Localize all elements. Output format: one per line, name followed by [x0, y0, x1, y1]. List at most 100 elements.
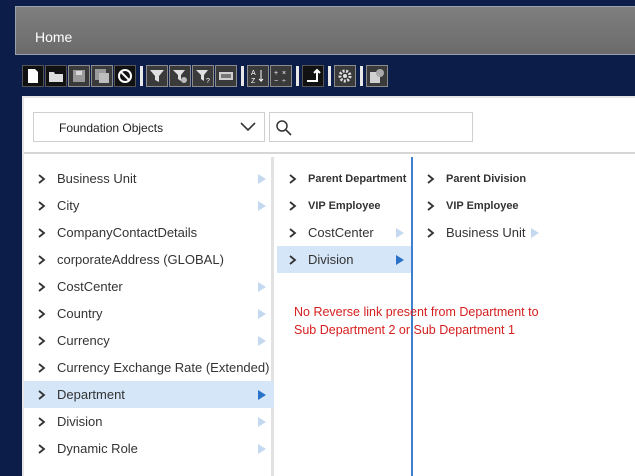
- list-item-label: Division: [308, 252, 354, 267]
- annotation-line-2: Sub Department 2 or Sub Department 1: [294, 323, 515, 337]
- chevron-right-icon: [38, 335, 52, 346]
- flow-button[interactable]: [302, 65, 324, 87]
- settings-button[interactable]: [334, 65, 356, 87]
- main-panel: Foundation Objects Business Unit City Co…: [22, 96, 635, 476]
- chevron-right-icon: [38, 308, 52, 319]
- expand-arrow-icon[interactable]: [257, 281, 267, 293]
- list-item-selected[interactable]: Division: [277, 246, 411, 273]
- list-item[interactable]: City: [24, 192, 274, 219]
- filter-bar: Foundation Objects: [24, 98, 635, 154]
- list-item[interactable]: corporateAddress (GLOBAL): [24, 246, 274, 273]
- list-item[interactable]: Division: [24, 408, 274, 435]
- annotation-line-1: No Reverse link present from Department …: [294, 305, 539, 319]
- list-item-label: Currency: [57, 333, 110, 348]
- svg-text:÷: ÷: [282, 78, 286, 84]
- filter-icon: [150, 70, 164, 82]
- chevron-right-icon: [38, 227, 52, 238]
- app-header: Home: [15, 6, 635, 55]
- expand-arrow-icon[interactable]: [530, 227, 540, 239]
- chevron-right-icon: [38, 362, 52, 373]
- list-item-label: Department: [57, 387, 125, 402]
- expand-arrow-icon[interactable]: [257, 416, 267, 428]
- filter-query-button[interactable]: ?: [192, 65, 214, 87]
- list-item[interactable]: CompanyContactDetails: [24, 219, 274, 246]
- select-value: Foundation Objects: [59, 121, 164, 135]
- flow-icon: [307, 68, 321, 82]
- rename-button[interactable]: [215, 65, 237, 87]
- chevron-right-icon: [427, 227, 441, 238]
- expand-arrow-icon[interactable]: [257, 389, 267, 401]
- expand-arrow-icon[interactable]: [257, 443, 267, 455]
- new-button[interactable]: [22, 65, 44, 87]
- chevron-right-icon: [289, 200, 303, 211]
- list-item-label: Parent Department: [308, 172, 407, 185]
- list-item[interactable]: Currency: [24, 327, 274, 354]
- expand-arrow-icon[interactable]: [257, 308, 267, 320]
- chevron-right-icon: [289, 173, 303, 184]
- list-item[interactable]: VIP Employee: [277, 192, 411, 219]
- list-item-label: Division: [57, 414, 103, 429]
- svg-text:×: ×: [282, 70, 286, 77]
- save-all-icon: [95, 69, 109, 83]
- chevron-right-icon: [427, 173, 441, 184]
- list-item[interactable]: Currency Exchange Rate (Extended): [24, 354, 274, 381]
- list-item[interactable]: Business Unit: [24, 165, 274, 192]
- list-item[interactable]: CostCenter: [24, 273, 274, 300]
- svg-text:Z: Z: [251, 78, 256, 84]
- report-button[interactable]: [366, 65, 388, 87]
- expand-arrow-icon[interactable]: [257, 335, 267, 347]
- list-item[interactable]: Dynamic Role: [24, 435, 274, 462]
- sort-button[interactable]: AZ: [247, 65, 269, 87]
- toolbar-separator: [296, 66, 299, 86]
- gear-icon: [338, 69, 352, 83]
- search-input[interactable]: [296, 117, 466, 137]
- list-item[interactable]: Country: [24, 300, 274, 327]
- filter-button[interactable]: [146, 65, 168, 87]
- chevron-right-icon: [427, 200, 441, 211]
- list-item-label: CostCenter: [308, 225, 374, 240]
- list-item-label: CostCenter: [57, 279, 123, 294]
- list-item-label: Parent Division: [446, 172, 527, 185]
- chevron-right-icon: [38, 254, 52, 265]
- toolbar-separator: [360, 66, 363, 86]
- svg-text:+: +: [274, 70, 278, 77]
- chevron-right-icon: [38, 443, 52, 454]
- open-button[interactable]: [45, 65, 67, 87]
- save-button[interactable]: [68, 65, 90, 87]
- list-item[interactable]: Parent Division: [413, 165, 635, 192]
- filter-query-icon: ?: [196, 70, 210, 84]
- cancel-icon: [118, 69, 132, 83]
- filter-settings-button[interactable]: [169, 65, 191, 87]
- filter-settings-icon: [173, 70, 187, 83]
- calculator-button[interactable]: + × − ÷: [270, 65, 292, 87]
- search-box[interactable]: [269, 112, 473, 142]
- expand-arrow-icon[interactable]: [395, 227, 405, 239]
- list-item[interactable]: CostCenter: [277, 219, 411, 246]
- svg-text:−: −: [274, 78, 278, 84]
- objects-column: Business Unit City CompanyContactDetails…: [24, 157, 274, 476]
- chevron-right-icon: [289, 227, 303, 238]
- list-item-label: CompanyContactDetails: [57, 225, 198, 240]
- save-all-button[interactable]: [91, 65, 113, 87]
- list-item-label: Country: [57, 306, 103, 321]
- list-item[interactable]: VIP Employee: [413, 192, 635, 219]
- svg-text:A: A: [251, 70, 256, 77]
- new-icon: [28, 69, 38, 83]
- cancel-button[interactable]: [114, 65, 136, 87]
- chevron-down-icon: [240, 122, 256, 132]
- chevron-right-icon: [38, 281, 52, 292]
- expand-arrow-icon[interactable]: [257, 200, 267, 212]
- object-type-select[interactable]: Foundation Objects: [33, 112, 265, 142]
- search-icon: [276, 120, 292, 136]
- expand-arrow-icon[interactable]: [257, 173, 267, 185]
- list-item-label: VIP Employee: [308, 199, 381, 212]
- rename-icon: [219, 72, 233, 80]
- annotation-note: No Reverse link present from Department …: [294, 303, 594, 339]
- list-item[interactable]: Parent Department: [277, 165, 411, 192]
- list-item-label: Business Unit: [57, 171, 137, 186]
- list-item[interactable]: Business Unit: [413, 219, 635, 246]
- chevron-right-icon: [38, 416, 52, 427]
- toolbar-separator: [241, 66, 244, 86]
- list-item-selected[interactable]: Department: [24, 381, 274, 408]
- expand-arrow-icon[interactable]: [395, 254, 405, 266]
